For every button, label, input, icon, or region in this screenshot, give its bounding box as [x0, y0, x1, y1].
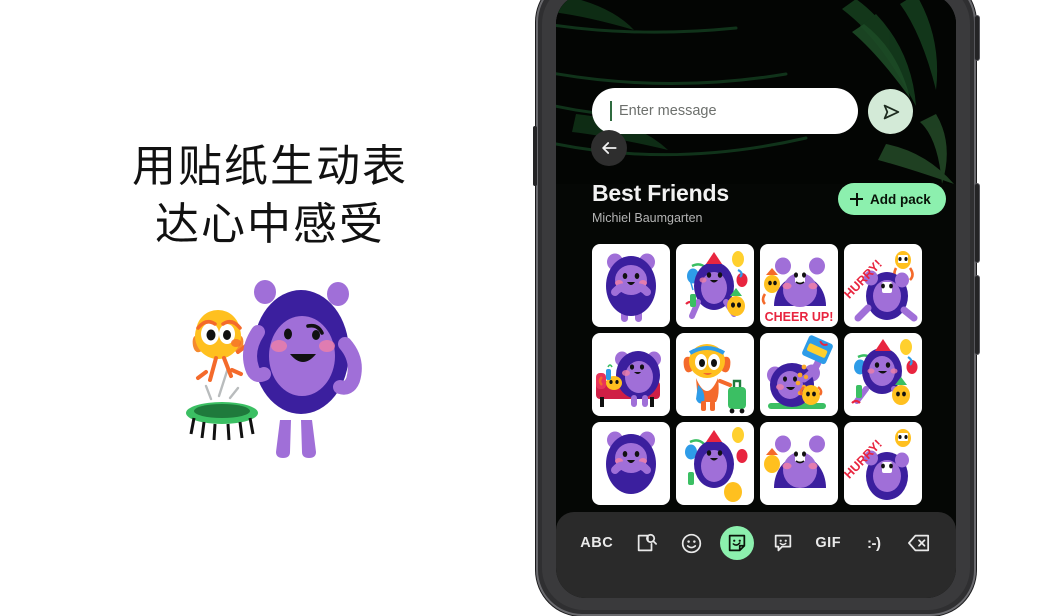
add-pack-label: Add pack	[870, 191, 931, 207]
backspace-key[interactable]	[902, 526, 936, 560]
sticker-grid: CHEER UP! HURRY! HURRY!	[592, 244, 922, 511]
message-input-row: Enter message	[556, 88, 956, 136]
emoji-icon	[682, 533, 702, 553]
text-caret	[610, 101, 612, 121]
page-title: 用贴纸生动表 达心中感受	[0, 138, 540, 254]
pack-title: Best Friends	[592, 180, 729, 206]
sticker-key[interactable]	[720, 526, 755, 560]
sticker-monster-hurry[interactable]: HURRY!	[844, 244, 922, 327]
sticker-caption: CHEER UP!	[765, 310, 834, 324]
monster-trampoline-illustration	[170, 270, 380, 460]
gif-key[interactable]: GIF	[811, 526, 845, 560]
phone-button-left[interactable]	[533, 126, 537, 186]
back-button[interactable]	[591, 130, 627, 166]
headline-line-1: 用贴纸生动表	[132, 141, 408, 192]
phone-screen: Enter message Best Friends Michiel Baumg…	[556, 0, 956, 598]
message-placeholder: Enter message	[619, 103, 717, 119]
emoji-kitchen-icon	[774, 534, 791, 552]
sticker-monster-party-balloons[interactable]	[676, 422, 754, 505]
sticker-row	[592, 333, 922, 416]
emoticon-key[interactable]: :-)	[857, 526, 891, 560]
sticker-monster-cheer-up[interactable]	[760, 422, 838, 505]
plus-icon	[850, 192, 863, 206]
abc-key[interactable]: ABC	[576, 526, 618, 560]
emoji-kitchen-key[interactable]	[766, 526, 800, 560]
phone-button-top[interactable]	[975, 16, 979, 60]
sticker-monster-cheer-up[interactable]: CHEER UP!	[760, 244, 838, 327]
image-search-icon	[638, 533, 658, 552]
keyboard-toolbar: ABC GIF:-)	[556, 512, 956, 598]
backspace-icon	[908, 534, 930, 552]
sticker-monster-on-couch[interactable]	[592, 333, 670, 416]
sticker-row: HURRY!	[592, 422, 922, 505]
phone-volume-button[interactable]	[975, 276, 979, 354]
keyboard-toolbar-row: ABC GIF:-)	[556, 522, 956, 564]
sticker-pack-header: Best Friends Michiel Baumgarten Add pack	[556, 180, 956, 242]
promo-panel: 用贴纸生动表 达心中感受	[0, 0, 540, 592]
image-search-key[interactable]	[629, 526, 663, 560]
sticker-monster-party-balloons[interactable]	[676, 244, 754, 327]
phone-power-button[interactable]	[975, 184, 979, 262]
phone-mockup: Enter message Best Friends Michiel Baumg…	[533, 0, 979, 616]
headline-line-2: 达心中感受	[155, 199, 385, 250]
sticker-monster-hurry[interactable]: HURRY!	[844, 422, 922, 505]
pack-author: Michiel Baumgarten	[592, 211, 703, 225]
send-icon	[883, 104, 899, 119]
sticker-icon	[729, 534, 746, 552]
sticker-monster-snack-pouring[interactable]	[760, 333, 838, 416]
screenshot-root: 用贴纸生动表 达心中感受 Enter message Best Friends …	[0, 0, 1052, 616]
sticker-monster-shy[interactable]	[592, 244, 670, 327]
sticker-monster-shy[interactable]	[592, 422, 670, 505]
emoji-key[interactable]	[675, 526, 709, 560]
sticker-row: CHEER UP! HURRY!	[592, 244, 922, 327]
send-button[interactable]	[868, 89, 913, 134]
add-pack-button[interactable]: Add pack	[838, 183, 946, 215]
back-arrow-icon	[602, 142, 617, 154]
sticker-monster-party-dance[interactable]	[844, 333, 922, 416]
sticker-friend-traveler-suitcase[interactable]	[676, 333, 754, 416]
message-input[interactable]: Enter message	[592, 88, 858, 134]
